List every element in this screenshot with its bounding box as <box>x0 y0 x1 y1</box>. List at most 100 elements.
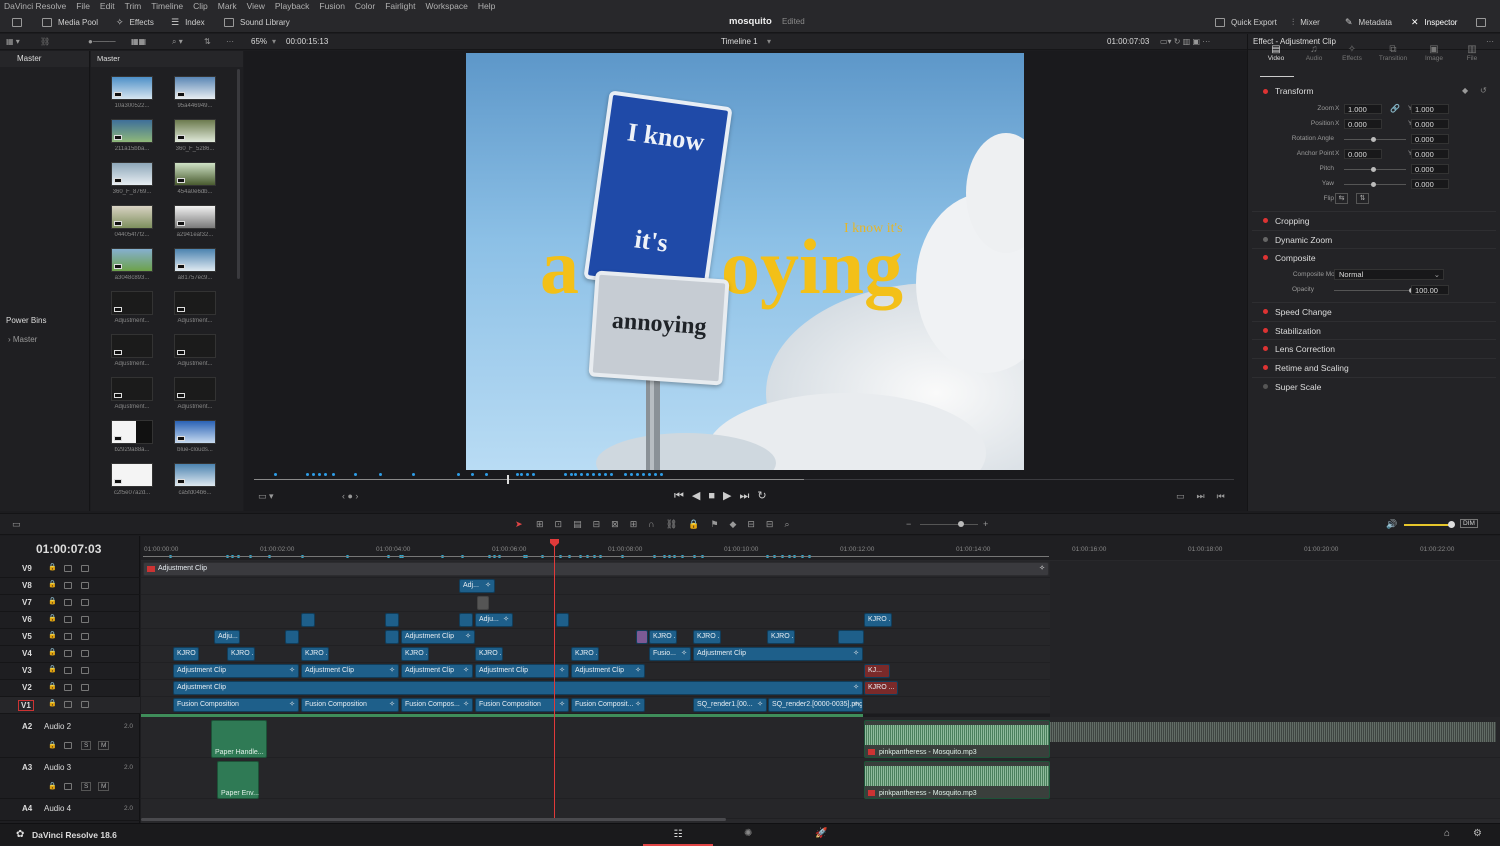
position-lock-icon[interactable]: 🔒 <box>688 519 710 529</box>
marker-dot[interactable] <box>586 473 589 476</box>
clips-scrollbar[interactable] <box>237 69 240 279</box>
menu-help[interactable]: Help <box>478 1 495 11</box>
auto-select-icon[interactable] <box>64 616 72 623</box>
section-speed-change[interactable]: Speed Change <box>1252 302 1496 320</box>
clip-thumbnail[interactable] <box>174 377 216 401</box>
timeline-clip[interactable] <box>636 630 648 644</box>
marker-dot[interactable] <box>630 473 633 476</box>
auto-select-icon[interactable] <box>64 742 72 749</box>
auto-select-icon[interactable] <box>64 684 72 691</box>
replace-clip-icon[interactable]: ⊞ <box>630 519 649 529</box>
dynamic-trim-icon[interactable]: ⊡ <box>555 519 574 529</box>
play-reverse-icon[interactable]: ◀ <box>692 490 708 502</box>
timeline-clip[interactable]: Adjustment Clip ✧ <box>173 664 299 678</box>
timeline-clip[interactable]: KJRO ... <box>227 647 255 661</box>
marker-dot[interactable] <box>379 473 382 476</box>
auto-select-icon[interactable] <box>64 650 72 657</box>
link-zoom-icon[interactable]: 🔗 <box>1390 104 1400 113</box>
flip-horizontal-icon[interactable]: ⇆ <box>1335 193 1348 204</box>
timeline-clip[interactable]: KJRO ... <box>475 647 503 661</box>
timeline-clip[interactable] <box>385 630 399 644</box>
zoom-in-icon[interactable]: + <box>983 519 988 529</box>
video-track-header[interactable]: V4 🔒 <box>0 646 140 663</box>
lock-icon[interactable]: 🔒 <box>48 563 57 571</box>
timeline-clip[interactable]: Fusio... ✧ <box>649 647 691 661</box>
list-view-icon[interactable]: ▦ ▾ <box>6 37 20 46</box>
lock-icon[interactable]: 🔒 <box>48 682 57 690</box>
keyframe-icon[interactable]: ◆ <box>1462 86 1468 95</box>
timeline-clip[interactable]: Adjustment Clip ✧ <box>143 562 1049 576</box>
snapping-icon[interactable]: ∩ <box>648 519 665 529</box>
lock-icon[interactable]: 🔒 <box>48 741 57 749</box>
clip-thumbnail[interactable] <box>111 119 153 143</box>
yaw-input[interactable]: 0.000 <box>1411 179 1449 189</box>
section-transform[interactable]: Transform <box>1252 82 1496 100</box>
clip-thumbnail[interactable] <box>111 205 153 229</box>
menu-fairlight[interactable]: Fairlight <box>385 1 415 11</box>
prev-edit-icon[interactable]: ⏮ <box>1217 491 1237 501</box>
metadata-button[interactable]: ✎ Metadata <box>1345 11 1392 33</box>
timeline-clip[interactable] <box>385 613 399 627</box>
zoom-out-icon[interactable]: − <box>906 519 911 529</box>
marker-dot[interactable] <box>648 473 651 476</box>
color-page-icon[interactable]: ✺ <box>744 828 752 839</box>
audio-track-header[interactable]: A2 Audio 2 2.0 🔒 S M <box>0 717 140 758</box>
marker-dot[interactable] <box>412 473 415 476</box>
anchor-x-input[interactable]: 0.000 <box>1344 149 1382 159</box>
track-enable-icon[interactable] <box>81 684 89 691</box>
timeline-clip[interactable]: KJ... <box>864 664 890 678</box>
menu-trim[interactable]: Trim <box>125 1 142 11</box>
volume-handle[interactable] <box>1448 521 1455 528</box>
panel-toggle-button[interactable] <box>12 11 22 33</box>
marker-dot[interactable] <box>274 473 277 476</box>
enable-dot-icon[interactable] <box>1263 365 1268 370</box>
track-enable-icon[interactable] <box>81 667 89 674</box>
clip-thumbnail[interactable] <box>111 463 153 487</box>
clip-thumbnail[interactable] <box>111 76 153 100</box>
marker-dot[interactable] <box>580 473 583 476</box>
audio-clip[interactable]: Paper Env... <box>217 761 259 799</box>
more-options-icon[interactable]: ··· <box>226 37 234 46</box>
go-to-start-icon[interactable]: ⏮ <box>674 490 692 502</box>
menu-clip[interactable]: Clip <box>193 1 208 11</box>
clip-thumbnail[interactable] <box>174 291 216 315</box>
timeline-clip[interactable] <box>556 613 569 627</box>
mixer-button[interactable]: ⫶ Mixer <box>1292 11 1320 33</box>
video-track-header[interactable]: V8 🔒 <box>0 578 140 595</box>
marker-dot[interactable] <box>570 473 573 476</box>
clip-thumbnail[interactable] <box>174 205 216 229</box>
audio-clip[interactable]: Paper Handle... <box>211 720 267 758</box>
volume-slider[interactable] <box>1404 524 1452 526</box>
track-enable-icon[interactable] <box>81 701 89 708</box>
bin-master[interactable]: Master <box>0 51 89 67</box>
track-enable-icon[interactable] <box>81 582 89 589</box>
zoom-full-icon[interactable]: ⊟ <box>747 519 766 529</box>
timeline-clip[interactable]: KJRO ... <box>173 647 199 661</box>
marker-dot[interactable] <box>485 473 488 476</box>
menu-workspace[interactable]: Workspace <box>425 1 467 11</box>
home-icon[interactable]: ⌂ <box>1444 828 1450 839</box>
marker-dot[interactable] <box>660 473 663 476</box>
auto-select-icon[interactable] <box>64 582 72 589</box>
search-icon[interactable]: ⌕ ▾ <box>172 37 183 47</box>
marker-dot[interactable] <box>604 473 607 476</box>
expand-button[interactable] <box>1476 11 1486 33</box>
enable-dot-icon[interactable] <box>1263 218 1268 223</box>
clip-thumbnail[interactable] <box>174 119 216 143</box>
marker-dot[interactable] <box>636 473 639 476</box>
menu-mark[interactable]: Mark <box>218 1 237 11</box>
tab-image[interactable]: ▣ Image <box>1416 44 1452 62</box>
enable-dot-icon[interactable] <box>1263 255 1268 260</box>
selection-tool-icon[interactable]: ➤ <box>515 519 523 530</box>
section-retime-scaling[interactable]: Retime and Scaling <box>1252 358 1496 376</box>
marker-dot[interactable] <box>332 473 335 476</box>
timeline-clip[interactable]: KJRO ... <box>649 630 677 644</box>
audio-clip[interactable]: pinkpantheress - Mosquito.mp3 <box>864 720 1050 758</box>
timeline-clip[interactable]: Adjustment Clip ✧ <box>301 664 399 678</box>
sort-icon[interactable]: ⇅ <box>204 37 211 46</box>
zoom-custom-icon[interactable]: ⌕ <box>784 519 800 529</box>
timeline-clip[interactable]: KJRO ... <box>301 647 329 661</box>
enable-dot-icon[interactable] <box>1263 328 1268 333</box>
marker-dot[interactable] <box>642 473 645 476</box>
zoom-chevron-icon[interactable]: ▾ <box>272 37 276 46</box>
